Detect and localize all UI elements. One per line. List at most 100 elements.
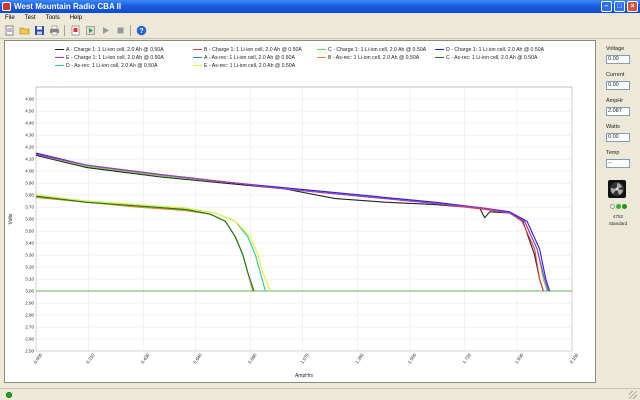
y-tick-label: 4.40 (25, 121, 34, 126)
legend-item: A - Charge 1: 1 Li-ion cell, 2.0 Ah @ 0.… (55, 47, 164, 54)
y-tick-label: 3.20 (25, 265, 34, 270)
x-tick-label: 1.290 (354, 352, 365, 364)
y-tick-label: 2.60 (25, 337, 34, 342)
y-tick-label: 4.50 (25, 109, 34, 114)
status-led-icon (616, 204, 621, 209)
legend-swatch (55, 56, 64, 59)
menu-tools[interactable]: Tools (46, 13, 60, 23)
legend-swatch (55, 48, 64, 51)
legend-swatch (193, 56, 202, 59)
temp-label: Temp (606, 150, 620, 156)
y-tick-label: 3.00 (25, 289, 34, 294)
legend-swatch (435, 48, 444, 51)
window-title: West Mountain Radio CBA II (14, 2, 122, 11)
x-axis-label: AmpHrs (295, 373, 314, 379)
export-icon[interactable] (69, 25, 81, 37)
run-icon[interactable] (99, 25, 111, 37)
legend-item: C - Charge 1: 1 Li-ion cell, 2.0 Ah @ 0.… (317, 47, 426, 54)
save-icon[interactable] (33, 25, 45, 37)
menu-help[interactable]: Help (70, 13, 82, 23)
legend-item: E - As-rec: 1 Li-ion cell, 2.0 Ah @ 0.50… (193, 63, 295, 70)
y-tick-label: 4.60 (25, 97, 34, 102)
voltage-field: 0.00 (606, 55, 630, 64)
maximize-button[interactable]: □ (614, 1, 625, 12)
start-icon[interactable] (84, 25, 96, 37)
legend-swatch (193, 48, 202, 51)
x-tick-label: 0.430 (140, 352, 151, 364)
y-tick-label: 3.50 (25, 229, 34, 234)
legend-swatch (55, 64, 64, 67)
y-tick-label: 4.20 (25, 145, 34, 150)
y-tick-label: 3.70 (25, 205, 34, 210)
current-field: 0.00 (606, 81, 630, 90)
status-led-icon (622, 204, 627, 209)
legend-item: B - Charge 1: 1 Li-ion cell, 2.0 Ah @ 0.… (193, 47, 302, 54)
unit-mode: Standard (608, 221, 628, 226)
legend-item: C - As-rec: 1 Li-ion cell, 2.0 Ah @ 0.50… (435, 55, 537, 62)
menu-file[interactable]: File (5, 13, 15, 23)
legend-swatch (317, 56, 326, 59)
y-tick-label: 3.90 (25, 181, 34, 186)
amphr-label: AmpHr (606, 98, 624, 104)
x-tick-label: 1.720 (462, 352, 473, 364)
legend-item: A - As-rec: 1 Li-ion cell, 2.0 Ah @ 0.50… (193, 55, 295, 62)
legend-swatch (193, 64, 202, 67)
print-icon[interactable] (48, 25, 60, 37)
x-tick-label: 1.930 (514, 352, 525, 364)
y-tick-label: 4.30 (25, 133, 34, 138)
y-tick-label: 2.80 (25, 313, 34, 318)
menu-bar: File Test Tools Help (0, 13, 640, 23)
menu-test[interactable]: Test (25, 13, 36, 23)
discharge-chart: 2.50 2.60 2.70 2.80 2.90 3.00 3.10 3.20 3.30 3.40… (8, 86, 580, 379)
open-icon[interactable] (18, 25, 30, 37)
y-tick-label: 3.60 (25, 217, 34, 222)
chart-legend: A - Charge 1: 1 Li-ion cell, 2.0 Ah @ 0.… (55, 46, 595, 76)
temp-field: -- (606, 159, 630, 168)
x-tick-label: 0.640 (192, 352, 203, 364)
toolbar-separator (64, 25, 65, 36)
y-tick-label: 2.50 (25, 349, 34, 354)
y-tick-label: 2.70 (25, 325, 34, 330)
toolbar-separator (130, 25, 131, 36)
y-axis-label: Volts (8, 213, 14, 224)
fan-icon (608, 180, 626, 198)
current-label: Current (606, 72, 625, 78)
legend-item: D - Charge 1: 1 Li-ion cell, 2.0 Ah @ 0.… (435, 47, 544, 54)
connection-led-icon (6, 392, 12, 398)
x-tick-label: 0.000 (33, 352, 44, 364)
voltage-label: Voltage (606, 46, 625, 52)
x-tick-label: 0.210 (85, 352, 96, 364)
watts-field: 0.00 (606, 133, 630, 142)
x-tick-label: 0.860 (247, 352, 258, 364)
close-button[interactable]: × (627, 1, 638, 12)
x-tick-label: 1.070 (299, 352, 310, 364)
window-controls: – □ × (601, 1, 638, 12)
legend-item: D - As-rec: 1 Li-ion cell, 2.0 Ah @ 0.50… (55, 63, 157, 70)
status-bar (0, 388, 640, 400)
unit-id: 4752 (612, 214, 623, 219)
y-tick-label: 3.80 (25, 193, 34, 198)
y-tick-label: 4.10 (25, 157, 34, 162)
amphr-field: 2.087 (606, 107, 630, 116)
minimize-button[interactable]: – (601, 1, 612, 12)
x-tick-label: 2.150 (569, 352, 580, 364)
help-icon[interactable]: ? (135, 25, 147, 37)
y-tick-label: 3.10 (25, 277, 34, 282)
title-bar: West Mountain Radio CBA II – □ × (0, 0, 640, 13)
legend-swatch (435, 56, 444, 59)
status-led-icon (610, 204, 615, 209)
x-tick-label: 1.500 (407, 352, 418, 364)
y-tick-label: 3.30 (25, 253, 34, 258)
y-tick-label: 2.90 (25, 301, 34, 306)
y-tick-label: 3.40 (25, 241, 34, 246)
legend-item: E - Charge 1: 1 Li-ion cell, 2.0 Ah @ 0.… (55, 55, 164, 62)
app-icon (2, 2, 11, 11)
toolbar: ? (0, 23, 640, 39)
svg-text:?: ? (139, 28, 143, 35)
resize-grip[interactable] (629, 391, 637, 399)
new-icon[interactable] (3, 25, 15, 37)
legend-swatch (317, 48, 326, 51)
stop-icon[interactable] (114, 25, 126, 37)
y-tick-label: 4.00 (25, 169, 34, 174)
legend-item: B - As-rec: 1 Li-ion cell, 2.0 Ah @ 0.50… (317, 55, 419, 62)
